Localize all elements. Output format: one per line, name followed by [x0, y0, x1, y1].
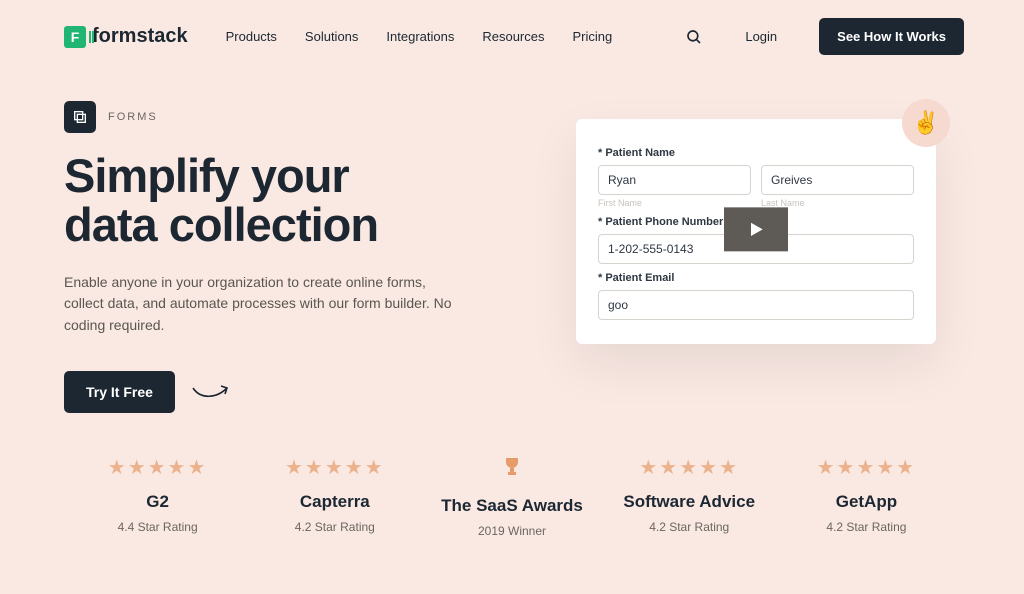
nav-link-solutions[interactable]: Solutions [305, 29, 358, 44]
rating-sub: 4.2 Star Rating [606, 520, 773, 534]
try-it-free-button[interactable]: Try It Free [64, 371, 175, 413]
rating-sub: 4.2 Star Rating [783, 520, 950, 534]
login-link[interactable]: Login [745, 29, 777, 44]
see-how-it-works-button[interactable]: See How It Works [819, 18, 964, 55]
field-label-email: Patient Email [598, 272, 914, 284]
rating-sub: 4.2 Star Rating [251, 520, 418, 534]
rating-software-advice: ★★★★★ Software Advice 4.2 Star Rating [606, 455, 773, 538]
nav-link-products[interactable]: Products [226, 29, 277, 44]
search-icon[interactable] [685, 28, 703, 46]
rating-sub: 4.4 Star Rating [74, 520, 241, 534]
rating-name: The SaaS Awards [428, 496, 595, 516]
trophy-icon [428, 455, 595, 484]
rating-getapp: ★★★★★ GetApp 4.2 Star Rating [783, 455, 950, 538]
product-tag: FORMS [64, 101, 494, 133]
hero-subhead: Enable anyone in your organization to cr… [64, 272, 464, 337]
stars-icon: ★★★★★ [251, 455, 418, 480]
rating-name: G2 [74, 492, 241, 512]
first-name-input[interactable] [598, 165, 751, 195]
hero-media: ✌️ Patient Name First Name Last Name Pat… [514, 101, 964, 413]
play-video-button[interactable] [724, 207, 788, 251]
field-label-name: Patient Name [598, 147, 914, 159]
rating-sub: 2019 Winner [428, 524, 595, 538]
headline-line-1: Simplify your [64, 149, 349, 202]
nav-link-integrations[interactable]: Integrations [386, 29, 454, 44]
brand-logo[interactable]: F formstack [64, 25, 188, 48]
rating-saas-awards: The SaaS Awards 2019 Winner [428, 455, 595, 538]
rating-name: GetApp [783, 492, 950, 512]
nav-link-pricing[interactable]: Pricing [572, 29, 612, 44]
forms-icon [64, 101, 96, 133]
rating-name: Capterra [251, 492, 418, 512]
brand-name: formstack [92, 25, 188, 48]
ratings-row: ★★★★★ G2 4.4 Star Rating ★★★★★ Capterra … [0, 413, 1024, 538]
rating-g2: ★★★★★ G2 4.4 Star Rating [74, 455, 241, 538]
brand-mark-icon: F [64, 26, 86, 48]
stars-icon: ★★★★★ [74, 455, 241, 480]
rating-capterra: ★★★★★ Capterra 4.2 Star Rating [251, 455, 418, 538]
product-tag-label: FORMS [108, 111, 158, 123]
arrow-doodle-icon [191, 382, 231, 402]
avatar-icon: ✌️ [902, 99, 950, 147]
hero-headline: Simplify your data collection [64, 151, 494, 250]
last-name-input[interactable] [761, 165, 914, 195]
email-input[interactable] [598, 290, 914, 320]
nav-links: Products Solutions Integrations Resource… [226, 29, 613, 44]
hero-copy: FORMS Simplify your data collection Enab… [64, 101, 494, 413]
rating-name: Software Advice [606, 492, 773, 512]
top-nav: F formstack Products Solutions Integrati… [0, 0, 1024, 73]
headline-line-2: data collection [64, 198, 378, 251]
stars-icon: ★★★★★ [606, 455, 773, 480]
nav-link-resources[interactable]: Resources [482, 29, 544, 44]
stars-icon: ★★★★★ [783, 455, 950, 480]
hero-section: FORMS Simplify your data collection Enab… [0, 73, 1024, 413]
form-preview-card: ✌️ Patient Name First Name Last Name Pat… [576, 119, 936, 344]
